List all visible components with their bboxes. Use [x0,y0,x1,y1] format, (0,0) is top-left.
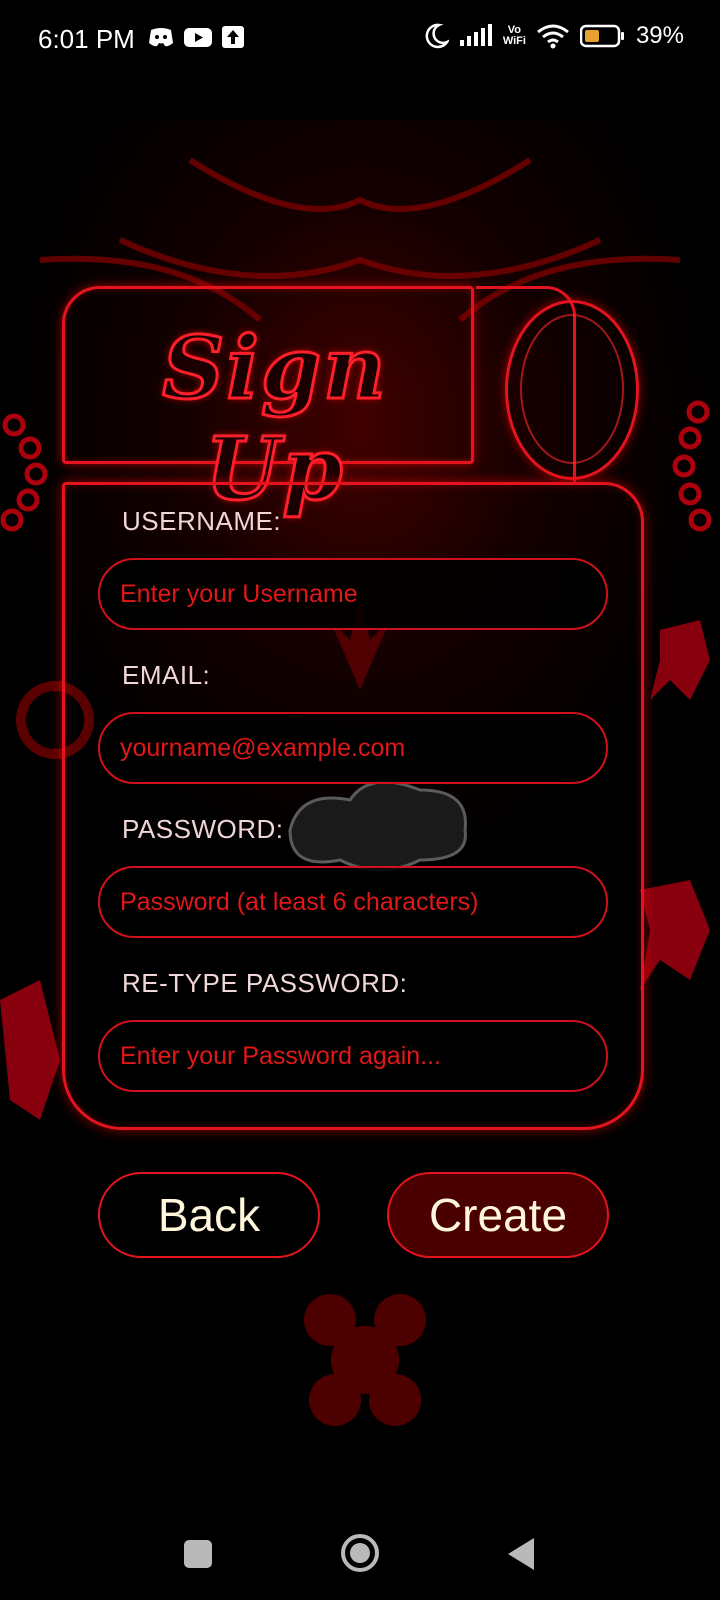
retype-password-label: RE-TYPE PASSWORD: [122,968,408,998]
moon-icon [425,23,449,49]
back-nav-icon[interactable] [508,1538,534,1570]
email-field[interactable] [98,712,608,784]
battery-percent: 39% [635,22,684,49]
battery-icon [579,24,624,48]
wifi-icon [537,24,569,49]
discord-icon [149,28,173,47]
vowifi-bottom-text: WiFi [502,35,526,47]
upload-icon [222,26,244,48]
username-label: USERNAME: [122,506,282,536]
email-input[interactable] [120,733,586,763]
recent-apps-icon[interactable] [184,1540,212,1568]
status-bar: 6:01 PM Vo WiFi 39% [0,0,720,80]
status-time: 6:01 PM [38,24,135,54]
status-right-icons: Vo WiFi 39% [423,22,684,50]
password-label: PASSWORD: [122,814,284,844]
youtube-icon [184,28,212,47]
vowifi-icon: Vo WiFi [503,25,526,47]
password-field[interactable] [98,866,608,938]
retype-password-field[interactable] [98,1020,608,1092]
create-button[interactable]: Create [387,1172,609,1258]
username-input[interactable] [120,579,586,609]
email-label: EMAIL: [122,660,211,690]
back-button[interactable]: Back [98,1172,320,1258]
password-input[interactable] [120,887,586,917]
home-icon-dot [350,1543,370,1563]
retype-password-input[interactable] [120,1041,586,1071]
title-decoration-ring-inner [520,314,624,464]
username-field[interactable] [98,558,608,630]
status-left-icons [148,26,244,48]
signal-icon [459,24,492,46]
